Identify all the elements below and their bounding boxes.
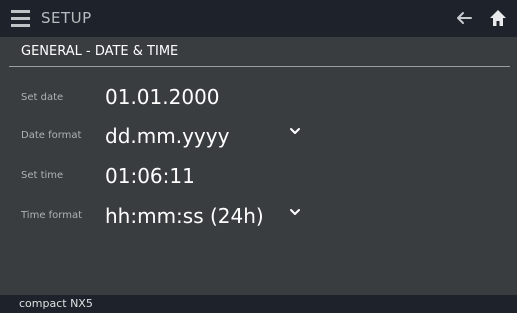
home-icon[interactable]: [489, 8, 507, 28]
section-divider: [9, 66, 510, 67]
page-title: SETUP: [41, 9, 92, 27]
set-date-label: Set date: [21, 92, 64, 103]
time-format-label: Time format: [21, 210, 83, 221]
date-format-select[interactable]: dd.mm.yyyy: [105, 124, 229, 148]
header-bar: SETUP: [0, 0, 517, 37]
set-time-value[interactable]: 01:06:11: [105, 164, 195, 188]
setup-screen: SETUP GENERAL - DATE & TIME Set date 01.…: [0, 0, 517, 313]
date-format-label: Date format: [21, 130, 82, 141]
time-format-select[interactable]: hh:mm:ss (24h): [105, 204, 264, 228]
set-time-label: Set time: [21, 170, 64, 181]
footer-bar: compact NX5: [0, 295, 517, 313]
menu-icon[interactable]: [11, 10, 30, 27]
time-format-chevron-down-icon[interactable]: [289, 208, 301, 216]
device-name: compact NX5: [19, 297, 93, 310]
date-format-chevron-down-icon[interactable]: [289, 127, 301, 135]
arrow-left-icon[interactable]: [455, 8, 473, 28]
set-date-value[interactable]: 01.01.2000: [105, 85, 220, 109]
section-title: GENERAL - DATE & TIME: [21, 44, 179, 59]
